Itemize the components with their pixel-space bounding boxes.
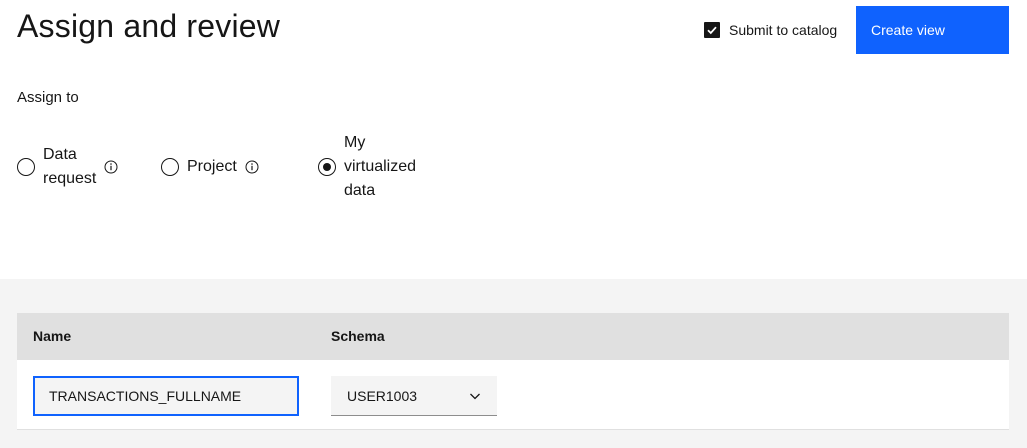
- information-icon[interactable]: [104, 160, 118, 174]
- table-header: Name Schema: [17, 313, 1009, 360]
- radio-my-virtualized-data-label: My virtualized data: [344, 134, 417, 199]
- chevron-down-icon: [470, 393, 480, 400]
- assign-to-label: Assign to: [17, 89, 79, 106]
- radio-my-virtualized-data[interactable]: My virtualized data: [318, 131, 416, 203]
- table-row: USER1003: [17, 360, 1009, 430]
- name-input[interactable]: [33, 376, 299, 416]
- column-header-schema: Schema: [331, 328, 385, 344]
- radio-circle[interactable]: [161, 158, 179, 176]
- column-header-name: Name: [33, 328, 72, 344]
- radio-project[interactable]: Project: [161, 155, 259, 179]
- schema-dropdown[interactable]: USER1003: [331, 376, 497, 416]
- radio-data-request-label: Data request: [43, 146, 97, 187]
- page-title: Assign and review: [17, 8, 281, 44]
- submit-to-catalog-checkbox[interactable]: Submit to catalog: [704, 22, 837, 38]
- radio-circle[interactable]: [17, 158, 35, 176]
- information-icon[interactable]: [245, 160, 259, 174]
- radio-circle-selected[interactable]: [318, 158, 336, 176]
- schema-selected-value: USER1003: [347, 387, 418, 404]
- create-view-button[interactable]: Create view: [856, 6, 1009, 54]
- checkbox-checked-icon[interactable]: [704, 22, 720, 38]
- submit-to-catalog-label: Submit to catalog: [729, 22, 838, 38]
- radio-project-label: Project: [187, 158, 237, 175]
- radio-selected-dot: [323, 163, 331, 171]
- radio-data-request[interactable]: Data request: [17, 143, 118, 191]
